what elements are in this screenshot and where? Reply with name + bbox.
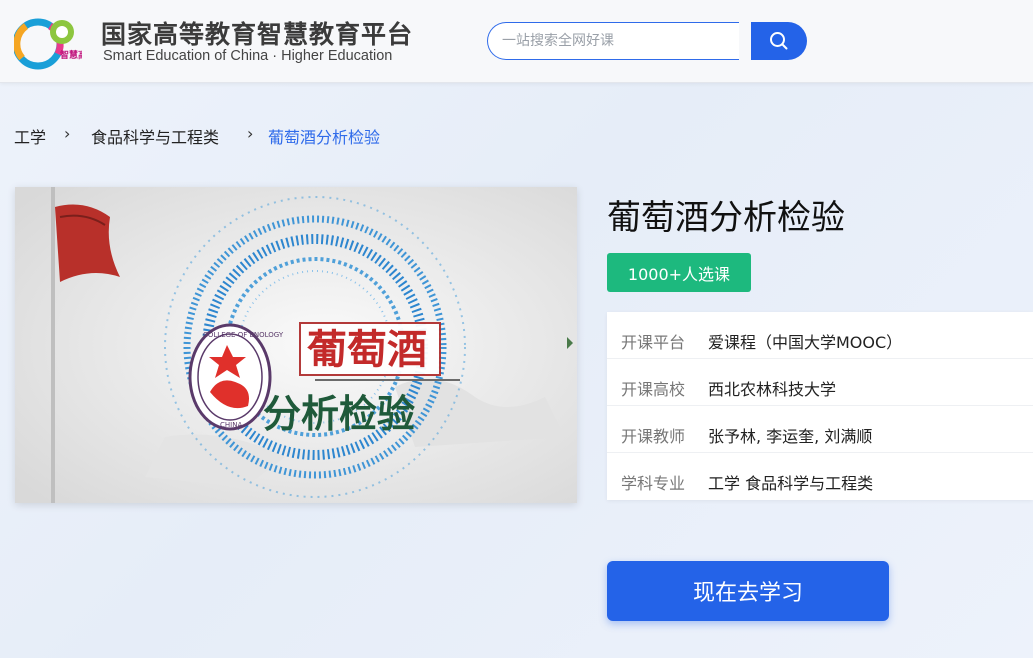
info-row-university: 开课高校 西北农林科技大学 <box>607 359 1033 406</box>
site-subtitle: Smart Education of China · Higher Educat… <box>103 48 393 64</box>
info-label: 开课高校 <box>621 380 686 399</box>
course-cover-image[interactable]: COLLEGE OF ENOLOGY CHINA 葡萄酒 分析检验 <box>15 187 577 503</box>
search-input[interactable] <box>487 22 739 60</box>
info-value-teachers: 张予林, 李运奎, 刘满顺 <box>708 427 873 446</box>
info-label: 学科专业 <box>621 474 686 493</box>
cover-title-line2: 分析检验 <box>263 391 415 436</box>
platform-logo-icon[interactable]: 智慧高教 <box>12 14 97 70</box>
search-icon <box>770 32 788 50</box>
seal-text: COLLEGE OF ENOLOGY <box>203 331 284 339</box>
breadcrumb-separator: › <box>247 124 254 143</box>
start-learning-button[interactable]: 现在去学习 <box>607 561 889 621</box>
breadcrumb-separator: › <box>64 124 71 143</box>
info-label: 开课教师 <box>621 427 686 446</box>
breadcrumb-item-food-science[interactable]: 食品科学与工程类 <box>91 124 219 148</box>
info-value-subject: 工学 食品科学与工程类 <box>708 474 874 493</box>
info-row-platform: 开课平台 爱课程（中国大学MOOC） <box>607 312 1033 359</box>
breadcrumb-item-current: 葡萄酒分析检验 <box>268 128 381 147</box>
enroll-count-badge: 1000+人选课 <box>607 253 751 292</box>
info-label: 开课平台 <box>621 333 686 352</box>
site-header: 智慧高教 国家高等教育智慧教育平台 Smart Education of Chi… <box>0 0 1033 83</box>
search-button[interactable] <box>751 22 807 60</box>
info-row-subject: 学科专业 工学 食品科学与工程类 <box>607 453 1033 499</box>
info-value-platform: 爱课程（中国大学MOOC） <box>708 333 903 352</box>
info-value-university: 西北农林科技大学 <box>708 380 837 399</box>
cover-title-line1: 葡萄酒 <box>307 326 427 373</box>
course-info-panel: 开课平台 爱课程（中国大学MOOC） 开课高校 西北农林科技大学 开课教师 张予… <box>607 312 1033 500</box>
info-row-teachers: 开课教师 张予林, 李运奎, 刘满顺 <box>607 406 1033 453</box>
course-title: 葡萄酒分析检验 <box>607 198 845 238</box>
breadcrumb-item-engineering[interactable]: 工学 <box>14 124 46 148</box>
logo-badge-text: 智慧高教 <box>60 49 82 61</box>
seal-bottom-text: CHINA <box>220 421 242 429</box>
site-title[interactable]: 国家高等教育智慧教育平台 <box>101 15 413 51</box>
